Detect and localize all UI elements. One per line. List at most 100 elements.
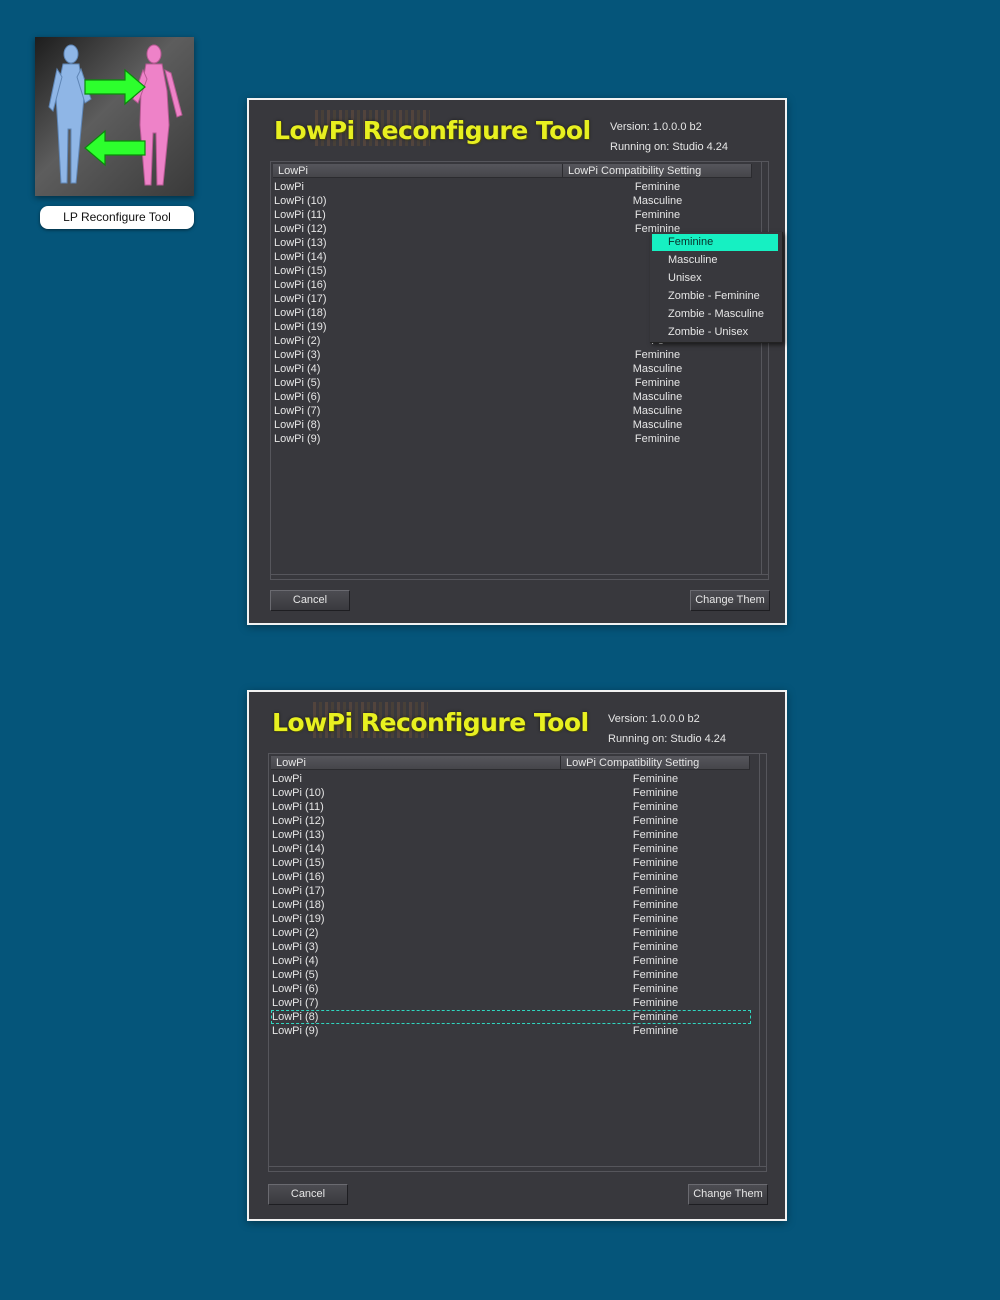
table-row[interactable]: LowPi (9) Feminine — [271, 1024, 751, 1038]
row-setting[interactable]: Feminine — [563, 180, 752, 194]
cancel-button[interactable]: Cancel — [268, 1184, 348, 1205]
table-row[interactable]: LowPi (7) Feminine — [271, 996, 751, 1010]
reconfigure-dialog-before: LowPi Reconfigure Tool Version: 1.0.0.0 … — [247, 98, 787, 625]
row-name: LowPi (16) — [274, 279, 327, 291]
row-name: LowPi (4) — [272, 955, 319, 967]
row-name: LowPi (4) — [274, 363, 321, 375]
row-setting[interactable]: Masculine — [563, 418, 752, 432]
row-name: LowPi (8) — [272, 1011, 319, 1023]
row-setting[interactable]: Masculine — [563, 362, 752, 376]
row-setting[interactable]: Feminine — [561, 898, 750, 912]
table-row[interactable]: LowPi (11) Feminine — [273, 208, 753, 222]
dropdown-option[interactable]: Zombie - Unisex — [652, 324, 778, 341]
change-them-button[interactable]: Change Them — [690, 590, 770, 611]
table-row[interactable]: LowPi (14) Feminine — [271, 842, 751, 856]
figures-swap-icon — [48, 44, 183, 186]
table-row[interactable]: LowPi (16) Feminine — [271, 870, 751, 884]
table-row[interactable]: LowPi (8) Feminine — [271, 1010, 751, 1024]
row-setting[interactable]: Feminine — [561, 982, 750, 996]
row-name: LowPi (3) — [274, 349, 321, 361]
dropdown-option[interactable]: Feminine — [652, 234, 778, 251]
cancel-button[interactable]: Cancel — [270, 590, 350, 611]
table-row[interactable]: LowPi (13) Feminine — [271, 828, 751, 842]
row-setting[interactable]: Feminine — [561, 870, 750, 884]
row-setting[interactable]: Feminine — [563, 432, 752, 446]
table-row[interactable]: LowPi (18) Feminine — [271, 898, 751, 912]
table-row[interactable]: LowPi (19) Feminine — [271, 912, 751, 926]
table-row[interactable]: LowPi Feminine — [271, 772, 751, 786]
row-name: LowPi (3) — [272, 941, 319, 953]
row-setting[interactable]: Masculine — [563, 194, 752, 208]
change-them-button[interactable]: Change Them — [688, 1184, 768, 1205]
column-header-compatibility[interactable]: LowPi Compatibility Setting — [563, 164, 752, 178]
row-setting[interactable]: Feminine — [561, 814, 750, 828]
dropdown-option[interactable]: Zombie - Masculine — [652, 306, 778, 323]
row-name: LowPi (10) — [272, 787, 325, 799]
row-setting[interactable]: Feminine — [561, 842, 750, 856]
table-row[interactable]: LowPi (5) Feminine — [273, 376, 753, 390]
table-row[interactable]: LowPi Feminine — [273, 180, 753, 194]
row-setting[interactable]: Feminine — [561, 968, 750, 982]
setting-dropdown-menu: Feminine Masculine Unisex Zombie - Feminine… — [650, 232, 783, 343]
table-row[interactable]: LowPi (6) Feminine — [271, 982, 751, 996]
dialog-title: LowPi Reconfigure Tool — [274, 116, 591, 145]
table-row[interactable]: LowPi (9) Feminine — [273, 432, 753, 446]
dropdown-option[interactable]: Zombie - Feminine — [652, 288, 778, 305]
row-setting[interactable]: Feminine — [561, 828, 750, 842]
column-header-compatibility[interactable]: LowPi Compatibility Setting — [561, 756, 750, 770]
table-row[interactable]: LowPi (11) Feminine — [271, 800, 751, 814]
row-setting[interactable]: Feminine — [561, 996, 750, 1010]
row-setting[interactable]: Feminine — [561, 772, 750, 786]
row-setting[interactable]: Feminine — [561, 1024, 750, 1038]
table-row[interactable]: LowPi (10) Masculine — [273, 194, 753, 208]
row-name: LowPi (18) — [274, 307, 327, 319]
table-row[interactable]: LowPi (2) Feminine — [271, 926, 751, 940]
reconfigure-dialog-after: LowPi Reconfigure Tool Version: 1.0.0.0 … — [247, 690, 787, 1221]
row-name: LowPi — [274, 181, 304, 193]
row-name: LowPi — [272, 773, 302, 785]
table-row[interactable]: LowPi (10) Feminine — [271, 786, 751, 800]
row-name: LowPi (6) — [272, 983, 319, 995]
table-row[interactable]: LowPi (3) Feminine — [273, 348, 753, 362]
row-name: LowPi (13) — [272, 829, 325, 841]
lp-reconfigure-tool-icon[interactable] — [35, 37, 194, 196]
row-setting[interactable]: Feminine — [563, 348, 752, 362]
column-header-lowpi[interactable]: LowPi — [271, 756, 561, 770]
column-header-lowpi[interactable]: LowPi — [273, 164, 563, 178]
row-name: LowPi (16) — [272, 871, 325, 883]
row-name: LowPi (12) — [272, 815, 325, 827]
table-row[interactable]: LowPi (3) Feminine — [271, 940, 751, 954]
row-name: LowPi (17) — [272, 885, 325, 897]
table-row[interactable]: LowPi (4) Feminine — [271, 954, 751, 968]
dialog-title: LowPi Reconfigure Tool — [272, 708, 589, 737]
table-row[interactable]: LowPi (15) Feminine — [271, 856, 751, 870]
table-row[interactable]: LowPi (4) Masculine — [273, 362, 753, 376]
row-setting[interactable]: Feminine — [561, 940, 750, 954]
row-setting[interactable]: Feminine — [561, 912, 750, 926]
table-row[interactable]: LowPi (12) Feminine — [271, 814, 751, 828]
row-setting[interactable]: Feminine — [561, 800, 750, 814]
row-name: LowPi (2) — [274, 335, 321, 347]
dropdown-option[interactable]: Unisex — [652, 270, 778, 287]
row-setting[interactable]: Feminine — [563, 376, 752, 390]
row-setting[interactable]: Masculine — [563, 390, 752, 404]
row-name: LowPi (5) — [272, 969, 319, 981]
row-setting[interactable]: Feminine — [563, 208, 752, 222]
row-setting[interactable]: Feminine — [561, 926, 750, 940]
icon-label: LP Reconfigure Tool — [40, 206, 194, 229]
row-setting[interactable]: Feminine — [561, 954, 750, 968]
row-setting[interactable]: Feminine — [561, 856, 750, 870]
row-name: LowPi (6) — [274, 391, 321, 403]
table-row[interactable]: LowPi (17) Feminine — [271, 884, 751, 898]
row-setting[interactable]: Feminine — [561, 786, 750, 800]
dropdown-option[interactable]: Masculine — [652, 252, 778, 269]
table-row[interactable]: LowPi (7) Masculine — [273, 404, 753, 418]
table-row[interactable]: LowPi (5) Feminine — [271, 968, 751, 982]
lowpi-table: LowPi LowPi Compatibility Setting LowPi F… — [270, 161, 769, 580]
row-setting[interactable]: Feminine — [561, 884, 750, 898]
row-name: LowPi (19) — [274, 321, 327, 333]
table-row[interactable]: LowPi (6) Masculine — [273, 390, 753, 404]
row-setting[interactable]: Masculine — [563, 404, 752, 418]
row-setting[interactable]: Feminine — [561, 1010, 750, 1024]
table-row[interactable]: LowPi (8) Masculine — [273, 418, 753, 432]
